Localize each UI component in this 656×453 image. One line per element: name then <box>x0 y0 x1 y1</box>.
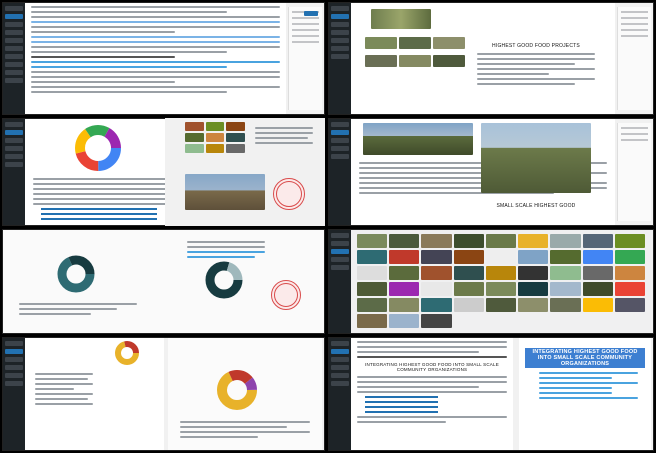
center-heading: INTEGRATING HIGHEST GOOD FOOD INTO SMALL… <box>365 362 499 372</box>
editor-screenshot-collage: HIGHEST GOOD FOOD PROJECTS SMALL SCALE H… <box>0 0 656 453</box>
field-photo[interactable] <box>371 9 431 29</box>
settings-icon[interactable] <box>5 38 23 43</box>
wordpress-logo-icon[interactable] <box>5 6 23 11</box>
small-scale-heading: SMALL SCALE HIGHEST GOOD <box>496 203 576 209</box>
media-icon[interactable] <box>5 22 23 27</box>
tile-1-editor-text <box>2 2 325 115</box>
tile-5-donut-chart <box>2 229 325 334</box>
selected-text[interactable] <box>31 21 280 23</box>
settings-panel[interactable] <box>288 7 322 110</box>
posts-icon[interactable] <box>5 14 23 19</box>
certificate-stamp-2 <box>271 280 301 310</box>
post-content[interactable] <box>25 3 286 114</box>
tile-2-editor-photos: HIGHEST GOOD FOOD PROJECTS <box>328 2 654 115</box>
small-yellow-donut-chart <box>115 341 139 365</box>
admin-sidebar-2[interactable] <box>329 3 351 114</box>
tile-7-yellow-donut <box>2 337 325 451</box>
highlighted-heading[interactable]: INTEGRATING HIGHEST GOOD FOOD INTO SMALL… <box>525 348 645 368</box>
admin-sidebar[interactable] <box>3 3 25 114</box>
media-grid[interactable] <box>357 234 645 328</box>
section-heading: HIGHEST GOOD FOOD PROJECTS <box>492 43 580 49</box>
tile-6-media-library <box>328 229 654 334</box>
tile-4b-crowd-photo: SMALL SCALE HIGHEST GOOD <box>328 118 654 226</box>
certificate-stamp <box>273 178 305 210</box>
yellow-donut-chart <box>217 370 257 410</box>
group-photo[interactable] <box>363 123 473 155</box>
teal-donut-chart <box>57 255 95 293</box>
image-gallery[interactable] <box>185 122 245 153</box>
photo-strip <box>365 37 465 49</box>
multicolor-donut-chart <box>75 125 121 171</box>
tile-8-heading-highlight: INTEGRATING HIGHEST GOOD FOOD INTO SMALL… <box>328 337 654 451</box>
publish-button[interactable] <box>304 11 318 16</box>
building-photo[interactable] <box>185 174 265 210</box>
dark-donut-chart <box>205 261 243 299</box>
pages-icon[interactable] <box>5 30 23 35</box>
tile-4-media-photos <box>165 118 325 226</box>
crowd-photo[interactable] <box>481 123 591 193</box>
